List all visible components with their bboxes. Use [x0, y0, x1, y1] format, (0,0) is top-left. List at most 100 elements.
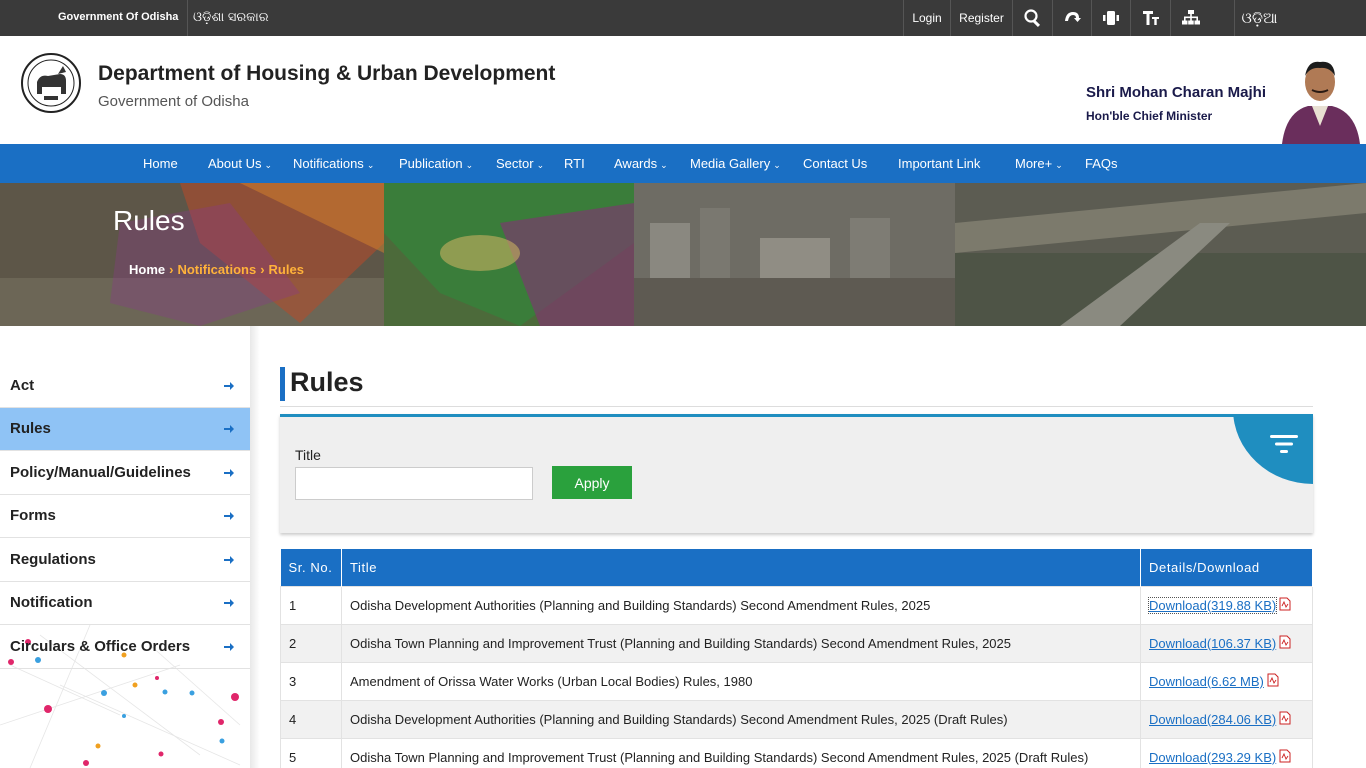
gov-odia-label: ଓଡ଼ିଶା ସରକାର [193, 9, 269, 24]
column-header-title: Title [341, 549, 1141, 586]
nav-label: Sector [496, 156, 534, 171]
title-search-input[interactable] [295, 467, 533, 500]
nav-notifications[interactable]: Notifications ⌄ [293, 144, 374, 183]
chevron-down-icon: ⌄ [465, 160, 474, 170]
nav-publication[interactable]: Publication ⌄ [399, 144, 473, 183]
arrow-right-icon [224, 469, 234, 477]
nav-important-link[interactable]: Important Link [898, 144, 980, 183]
sidebar: Act Rules Policy/Manual/Guidelines Forms… [0, 365, 250, 768]
sidebar-item-label: Circulars & Office Orders [10, 638, 191, 655]
row-title: Odisha Town Planning and Improvement Tru… [341, 737, 1141, 768]
row-download-cell: Download(106.37 KB) [1140, 623, 1313, 663]
chevron-down-icon: ⌄ [1055, 160, 1063, 170]
pdf-icon [1279, 597, 1291, 611]
sidebar-shadow [250, 326, 260, 768]
nav-label: Notifications [293, 156, 364, 171]
table-row: 5 Odisha Town Planning and Improvement T… [280, 737, 1313, 768]
sidebar-item-label: Policy/Manual/Guidelines [10, 464, 191, 481]
cm-title: Hon'ble Chief Minister [1086, 109, 1213, 123]
breadcrumb-home[interactable]: Home [129, 262, 165, 277]
content-heading: Rules [280, 367, 1313, 407]
nav-media-gallery[interactable]: Media Gallery ⌄ [690, 144, 781, 183]
text-size-icon[interactable] [1130, 0, 1170, 36]
language-toggle[interactable]: ଓଡ଼ିଆ [1234, 0, 1284, 36]
column-header-download: Details/Download [1140, 549, 1313, 586]
sidebar-item-policy-manual-guidelines[interactable]: Policy/Manual/Guidelines [0, 452, 250, 495]
department-title: Department of Housing & Urban Developmen… [98, 62, 556, 85]
nav-sector[interactable]: Sector ⌄ [496, 144, 544, 183]
chevron-down-icon: ⌄ [773, 160, 781, 170]
search-icon[interactable] [1012, 0, 1052, 36]
chevron-down-icon: ⌄ [536, 160, 545, 170]
sidebar-item-label: Regulations [10, 551, 96, 568]
row-title: Odisha Development Authorities (Planning… [341, 585, 1141, 625]
table-row: 3 Amendment of Orissa Water Works (Urban… [280, 661, 1313, 701]
nav-label: Awards [614, 156, 658, 171]
row-download-cell: Download(293.29 KB) [1140, 737, 1313, 768]
row-download-cell: Download(284.06 KB) [1140, 699, 1313, 739]
download-link[interactable]: Download(284.06 KB) [1149, 712, 1276, 727]
nav-contact-us[interactable]: Contact Us [803, 144, 867, 183]
heading-accent-bar [280, 367, 285, 401]
sitemap-icon[interactable] [1170, 0, 1210, 36]
sidebar-item-notification[interactable]: Notification [0, 582, 250, 625]
nav-label: Important Link [898, 156, 981, 171]
row-sr-no: 2 [280, 623, 342, 663]
nav-label: Publication [399, 156, 463, 171]
download-link[interactable]: Download(6.62 MB) [1149, 674, 1264, 689]
sidebar-item-label: Rules [10, 420, 51, 437]
filter-icon[interactable] [1269, 432, 1299, 456]
cm-photo [1278, 50, 1362, 144]
odisha-emblem-icon[interactable] [20, 48, 82, 118]
nav-home[interactable]: Home [143, 144, 178, 183]
title-field-label: Title [295, 447, 321, 463]
page-banner: Rules Home › Notifications › Rules [0, 183, 1366, 326]
filter-panel: Title Apply [280, 414, 1313, 533]
download-link[interactable]: Download(293.29 KB) [1149, 750, 1276, 765]
arrow-right-icon [224, 643, 234, 651]
download-link[interactable]: Download(106.37 KB) [1149, 636, 1276, 651]
pdf-icon [1267, 673, 1279, 687]
breadcrumb-current: Rules [268, 262, 304, 277]
breadcrumb-notifications[interactable]: Notifications [177, 262, 256, 277]
nav-about-us[interactable]: About Us ⌄ [208, 144, 272, 183]
divider [187, 0, 188, 36]
row-download-cell: Download(6.62 MB) [1140, 661, 1313, 701]
nav-label: Contact Us [803, 156, 868, 171]
sidebar-item-label: Act [10, 377, 35, 394]
row-sr-no: 5 [280, 737, 342, 768]
breadcrumb: Home › Notifications › Rules [129, 262, 304, 277]
row-title: Odisha Development Authorities (Planning… [341, 699, 1141, 739]
screen-reader-icon[interactable] [1091, 0, 1130, 36]
sidebar-item-rules[interactable]: Rules [0, 408, 250, 451]
nav-label: RTI [564, 156, 585, 171]
register-link[interactable]: Register [950, 0, 1012, 36]
column-header-sr-no: Sr. No. [280, 549, 342, 586]
table-row: 1 Odisha Development Authorities (Planni… [280, 585, 1313, 625]
site-header: Department of Housing & Urban Developmen… [0, 36, 1366, 144]
apply-button[interactable]: Apply [552, 466, 632, 499]
login-link[interactable]: Login [903, 0, 950, 36]
nav-faqs[interactable]: FAQs [1085, 144, 1118, 183]
download-link[interactable]: Download(319.88 KB) [1147, 597, 1278, 614]
nav-more[interactable]: More+ ⌄ [1015, 144, 1063, 183]
department-subtitle: Government of Odisha [98, 93, 249, 110]
table-row: 4 Odisha Development Authorities (Planni… [280, 699, 1313, 739]
sidebar-item-circulars-office-orders[interactable]: Circulars & Office Orders [0, 626, 250, 669]
chevron-down-icon: ⌄ [660, 160, 668, 170]
row-sr-no: 4 [280, 699, 342, 739]
nav-label: Home [143, 156, 178, 171]
nav-label: More+ [1015, 156, 1053, 171]
top-bar: Government Of Odisha ଓଡ଼ିଶା ସରକାର Login … [0, 0, 1366, 36]
chevron-right-icon: › [169, 262, 174, 277]
sidebar-item-forms[interactable]: Forms [0, 495, 250, 538]
skip-to-content-icon[interactable] [1052, 0, 1091, 36]
nav-label: FAQs [1085, 156, 1118, 171]
nav-rti[interactable]: RTI [564, 144, 585, 183]
nav-label: Media Gallery [690, 156, 771, 171]
sidebar-item-act[interactable]: Act [0, 365, 250, 408]
banner-title: Rules [113, 205, 185, 236]
sidebar-item-regulations[interactable]: Regulations [0, 539, 250, 582]
nav-awards[interactable]: Awards ⌄ [614, 144, 668, 183]
table-row: 2 Odisha Town Planning and Improvement T… [280, 623, 1313, 663]
